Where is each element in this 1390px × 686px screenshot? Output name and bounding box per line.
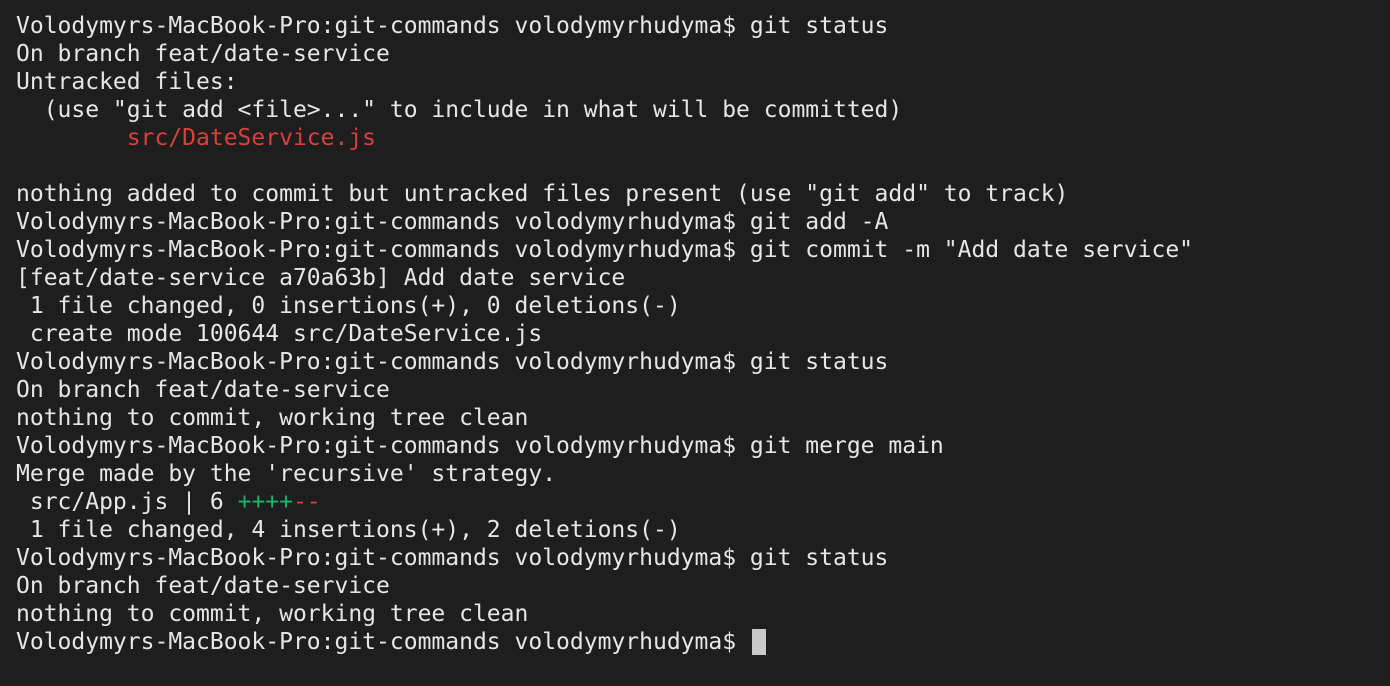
text-segment: Volodymyrs-MacBook-Pro:git-commands volo… — [16, 629, 750, 655]
terminal-line: [feat/date-service a70a63b] Add date ser… — [16, 264, 1374, 292]
text-segment: Volodymyrs-MacBook-Pro:git-commands volo… — [16, 237, 1194, 263]
text-segment — [16, 125, 127, 151]
terminal-line: 1 file changed, 0 insertions(+), 0 delet… — [16, 292, 1374, 320]
terminal-line: 1 file changed, 4 insertions(+), 2 delet… — [16, 516, 1374, 544]
text-segment: Volodymyrs-MacBook-Pro:git-commands volo… — [16, 433, 944, 459]
text-segment: nothing to commit, working tree clean — [16, 601, 529, 627]
terminal-line: Volodymyrs-MacBook-Pro:git-commands volo… — [16, 208, 1374, 236]
text-segment: Untracked files: — [16, 69, 238, 95]
terminal-line: (use "git add <file>..." to include in w… — [16, 96, 1374, 124]
text-segment: create mode 100644 src/DateService.js — [16, 321, 543, 347]
text-segment: Volodymyrs-MacBook-Pro:git-commands volo… — [16, 209, 889, 235]
terminal-cursor[interactable] — [751, 629, 766, 655]
text-segment: [feat/date-service a70a63b] Add date ser… — [16, 265, 626, 291]
terminal-line: On branch feat/date-service — [16, 572, 1374, 600]
colored-text-segment: ++++ — [237, 489, 293, 515]
terminal-line: src/App.js | 6 ++++-- — [16, 488, 1374, 516]
terminal-line: nothing to commit, working tree clean — [16, 404, 1374, 432]
terminal-window[interactable]: Volodymyrs-MacBook-Pro:git-commands volo… — [0, 0, 1390, 686]
text-segment: Volodymyrs-MacBook-Pro:git-commands volo… — [16, 349, 889, 375]
text-segment: nothing added to commit but untracked fi… — [16, 181, 1069, 207]
terminal-line: Volodymyrs-MacBook-Pro:git-commands volo… — [16, 628, 1374, 656]
text-segment: On branch feat/date-service — [16, 377, 390, 403]
terminal-line: create mode 100644 src/DateService.js — [16, 320, 1374, 348]
terminal-line: nothing added to commit but untracked fi… — [16, 180, 1374, 208]
terminal-output: Volodymyrs-MacBook-Pro:git-commands volo… — [16, 12, 1374, 656]
text-segment: nothing to commit, working tree clean — [16, 405, 529, 431]
text-segment: Volodymyrs-MacBook-Pro:git-commands volo… — [16, 545, 889, 571]
text-segment: Volodymyrs-MacBook-Pro:git-commands volo… — [16, 13, 889, 39]
terminal-line: Untracked files: — [16, 68, 1374, 96]
text-segment: On branch feat/date-service — [16, 41, 390, 67]
terminal-line: Volodymyrs-MacBook-Pro:git-commands volo… — [16, 236, 1374, 264]
terminal-line: Volodymyrs-MacBook-Pro:git-commands volo… — [16, 432, 1374, 460]
terminal-line: On branch feat/date-service — [16, 40, 1374, 68]
terminal-line: Merge made by the 'recursive' strategy. — [16, 460, 1374, 488]
colored-text-segment: -- — [292, 489, 321, 515]
text-segment: (use "git add <file>..." to include in w… — [16, 97, 903, 123]
colored-text-segment: src/DateService.js — [126, 125, 377, 151]
text-segment: On branch feat/date-service — [16, 573, 390, 599]
text-segment: src/App.js | 6 — [16, 489, 238, 515]
text-segment: 1 file changed, 4 insertions(+), 2 delet… — [16, 517, 681, 543]
terminal-line: Volodymyrs-MacBook-Pro:git-commands volo… — [16, 12, 1374, 40]
terminal-line: On branch feat/date-service — [16, 376, 1374, 404]
terminal-line: src/DateService.js — [16, 124, 1374, 152]
text-segment: Merge made by the 'recursive' strategy. — [16, 461, 557, 487]
terminal-line: Volodymyrs-MacBook-Pro:git-commands volo… — [16, 544, 1374, 572]
text-segment: 1 file changed, 0 insertions(+), 0 delet… — [16, 293, 681, 319]
terminal-line: Volodymyrs-MacBook-Pro:git-commands volo… — [16, 348, 1374, 376]
terminal-line: nothing to commit, working tree clean — [16, 600, 1374, 628]
